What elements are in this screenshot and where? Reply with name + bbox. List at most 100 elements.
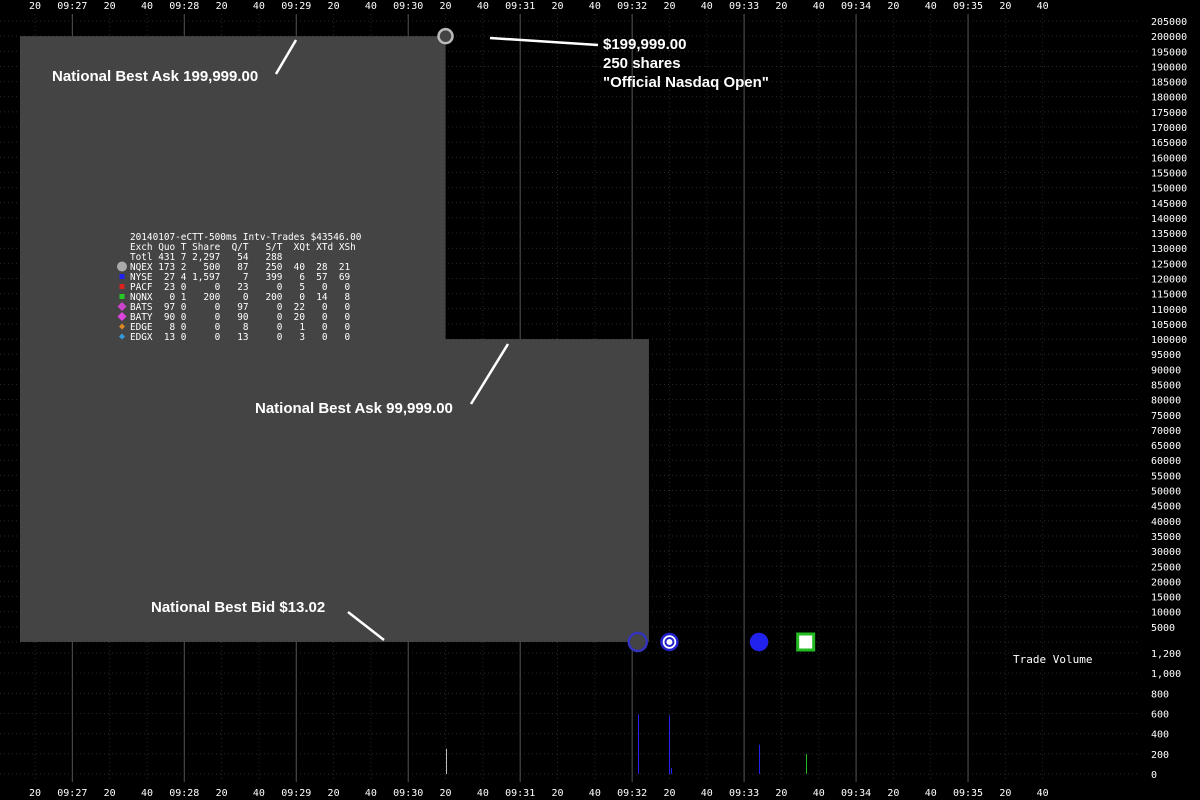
time-tick-label-bottom: 20 [29,788,41,799]
time-tick-label-bottom: 09:34 [841,788,871,799]
time-tick-label-top: 09:29 [281,1,311,12]
time-tick-label-bottom: 20 [887,788,899,799]
volume-tick-label: 200 [1151,750,1169,761]
time-tick-label-bottom: 40 [141,788,153,799]
time-tick-label-bottom: 40 [925,788,937,799]
volume-tick-label: 600 [1151,710,1169,721]
time-tick-label-top: 09:35 [953,1,983,12]
price-tick-label: 125000 [1151,259,1187,270]
price-tick-label: 50000 [1151,487,1181,498]
time-tick-label-bottom: 40 [701,788,713,799]
price-tick-label: 120000 [1151,274,1187,285]
price-tick-label: 155000 [1151,168,1187,179]
annotation-best-ask-199999: National Best Ask 199,999.00 [52,68,258,85]
price-tick-label: 105000 [1151,320,1187,331]
price-tick-label: 200000 [1151,32,1187,43]
price-tick-label: 70000 [1151,426,1181,437]
time-tick-label-bottom: 20 [328,788,340,799]
volume-tick-label: 1,200 [1151,649,1181,660]
time-tick-label-bottom: 20 [999,788,1011,799]
time-tick-label-bottom: 40 [365,788,377,799]
price-tick-label: 145000 [1151,199,1187,210]
time-tick-label-top: 09:33 [729,1,759,12]
time-tick-label-top: 09:32 [617,1,647,12]
time-tick-label-top: 40 [365,1,377,12]
price-tick-label: 165000 [1151,138,1187,149]
time-tick-label-bottom: 09:27 [57,788,87,799]
price-tick-label: 40000 [1151,517,1181,528]
time-tick-label-top: 40 [1037,1,1049,12]
trade-marker [749,632,769,652]
price-tick-label: 60000 [1151,456,1181,467]
price-tick-label: 55000 [1151,471,1181,482]
summary-row: EDGX 13 0 0 13 0 3 0 0 [130,332,350,343]
price-tick-label: 150000 [1151,184,1187,195]
nanex-trade-chart: 2050002000001950001900001850001800001750… [0,0,1200,800]
price-tick-label: 180000 [1151,93,1187,104]
time-tick-label-bottom: 20 [551,788,563,799]
time-tick-label-top: 40 [925,1,937,12]
time-tick-label-bottom: 40 [253,788,265,799]
price-tick-label: 5000 [1151,623,1175,634]
price-tick-label: 80000 [1151,396,1181,407]
time-tick-label-bottom: 40 [813,788,825,799]
time-tick-label-top: 20 [29,1,41,12]
price-tick-label: 45000 [1151,502,1181,513]
time-tick-label-bottom: 20 [104,788,116,799]
price-tick-label: 130000 [1151,244,1187,255]
time-tick-label-bottom: 09:31 [505,788,535,799]
trade-marker [660,632,679,652]
annotation-official-open: "Official Nasdaq Open" [603,74,769,91]
time-tick-label-top: 40 [141,1,153,12]
price-tick-label: 170000 [1151,123,1187,134]
time-tick-label-top: 40 [477,1,489,12]
time-tick-label-top: 40 [253,1,265,12]
time-tick-label-bottom: 20 [440,788,452,799]
price-tick-label: 75000 [1151,411,1181,422]
price-tick-label: 175000 [1151,108,1187,119]
annotation-best-bid: National Best Bid $13.02 [151,599,325,616]
exchange-legend-marker [119,284,125,289]
time-tick-label-bottom: 20 [216,788,228,799]
annotation-trade-shares: 250 shares [603,55,681,72]
time-tick-label-top: 20 [663,1,675,12]
price-tick-label: 10000 [1151,608,1181,619]
price-tick-label: 85000 [1151,381,1181,392]
time-tick-label-bottom: 09:33 [729,788,759,799]
price-tick-label: 90000 [1151,365,1181,376]
price-tick-label: 115000 [1151,290,1187,301]
time-tick-label-bottom: 09:29 [281,788,311,799]
volume-tick-label: 1,000 [1151,669,1181,680]
time-tick-label-top: 09:28 [169,1,199,12]
price-tick-label: 35000 [1151,532,1181,543]
volume-tick-label: 0 [1151,770,1157,781]
time-tick-label-top: 20 [551,1,563,12]
trade-marker [437,27,454,45]
time-tick-label-top: 40 [589,1,601,12]
exchange-legend-marker [119,294,125,299]
volume-tick-label: 400 [1151,730,1169,741]
price-tick-label: 185000 [1151,78,1187,89]
time-tick-label-top: 09:34 [841,1,871,12]
time-tick-label-top: 20 [440,1,452,12]
time-tick-label-top: 20 [999,1,1011,12]
time-tick-label-bottom: 20 [663,788,675,799]
time-tick-label-top: 20 [328,1,340,12]
annotation-best-ask-99999: National Best Ask 99,999.00 [255,400,453,417]
price-tick-label: 160000 [1151,153,1187,164]
price-tick-label: 20000 [1151,577,1181,588]
price-tick-label: 135000 [1151,229,1187,240]
exchange-legend-marker [117,261,127,272]
price-tick-label: 110000 [1151,305,1187,316]
price-tick-label: 100000 [1151,335,1187,346]
time-tick-label-bottom: 09:30 [393,788,423,799]
price-tick-label: 195000 [1151,47,1187,58]
time-tick-label-bottom: 40 [477,788,489,799]
price-tick-label: 25000 [1151,562,1181,573]
time-tick-label-top: 20 [216,1,228,12]
time-tick-label-bottom: 09:32 [617,788,647,799]
quote-band [445,339,649,642]
price-tick-label: 190000 [1151,62,1187,73]
trade-marker [627,631,648,653]
exchange-summary-table: 20140107-eCTT-500ms Intv-Trades $43546.0… [117,232,362,343]
